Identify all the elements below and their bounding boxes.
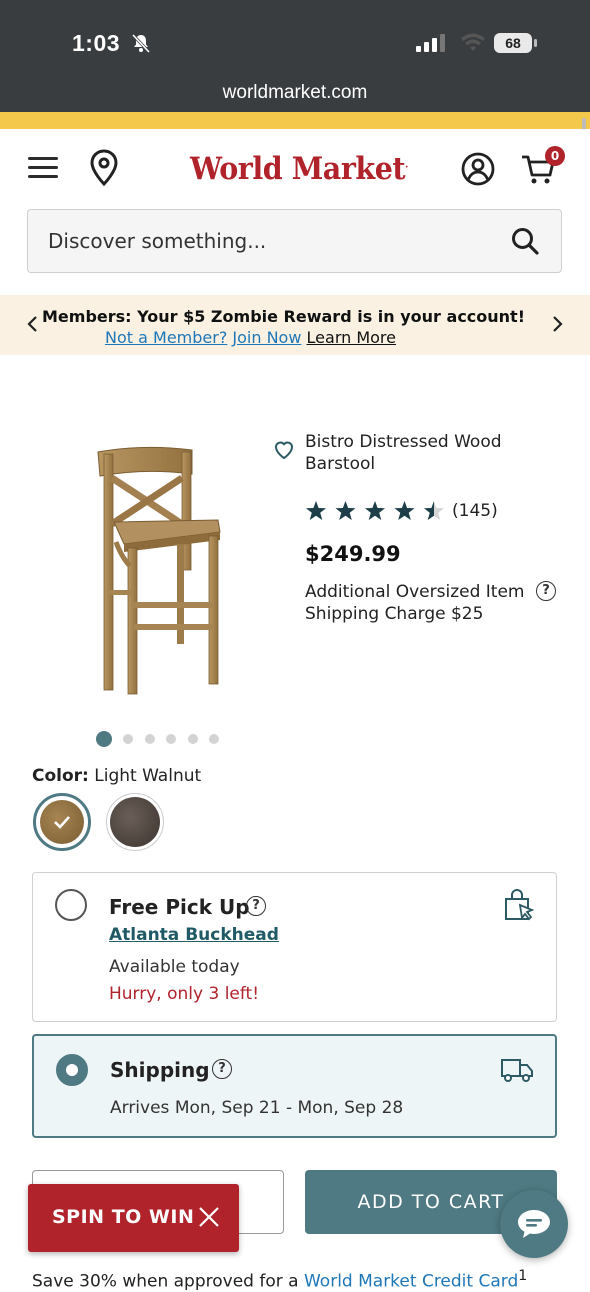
spin-to-win-label: SPIN TO WIN xyxy=(52,1206,195,1228)
members-links: Not a Member? Join Now Learn More xyxy=(105,328,396,347)
chat-button[interactable] xyxy=(500,1190,568,1258)
star-icon xyxy=(424,501,444,520)
store-link[interactable]: Atlanta Buckhead xyxy=(109,925,279,945)
store-locator-icon[interactable] xyxy=(88,149,120,187)
star-icon xyxy=(394,501,415,520)
swatch-light-walnut[interactable] xyxy=(33,793,91,851)
swatch-dark[interactable] xyxy=(106,793,164,851)
chat-icon xyxy=(518,1210,550,1238)
search-icon[interactable] xyxy=(510,226,540,256)
shipping-option[interactable]: Shipping ? Arrives Mon, Sep 21 - Mon, Se… xyxy=(32,1034,557,1138)
availability-text: Available today xyxy=(109,957,240,977)
chevron-left-icon[interactable] xyxy=(24,313,42,335)
help-icon[interactable]: ? xyxy=(246,896,266,916)
carousel-dot[interactable] xyxy=(96,731,112,747)
search-bar xyxy=(27,209,562,273)
store-pickup-icon xyxy=(505,889,535,921)
color-label: Color: Light Walnut xyxy=(32,766,201,786)
battery-indicator: 68 xyxy=(494,33,538,53)
bell-muted-icon xyxy=(131,33,151,54)
carousel-dot[interactable] xyxy=(166,734,176,744)
oversized-shipping-charge: Additional Oversized Item Shipping Charg… xyxy=(305,582,525,624)
pickup-radio[interactable] xyxy=(55,889,87,921)
carousel-dot[interactable] xyxy=(123,734,133,744)
search-input[interactable] xyxy=(48,210,488,272)
color-label-key: Color: xyxy=(32,766,89,786)
not-member-link[interactable]: Not a Member? xyxy=(105,328,227,347)
star-icon xyxy=(335,501,356,520)
product-image[interactable] xyxy=(84,440,234,698)
battery-level: 68 xyxy=(494,33,532,53)
site-header: World Market. 0 xyxy=(0,129,590,209)
world-market-logo[interactable]: World Market. xyxy=(190,151,408,187)
learn-more-link[interactable]: Learn More xyxy=(307,328,396,347)
rating-stars[interactable] xyxy=(305,500,455,522)
members-banner: Members: Your $5 Zombie Reward is in you… xyxy=(0,295,590,355)
cart-count-badge: 0 xyxy=(545,146,565,166)
credit-card-link[interactable]: World Market Credit Card xyxy=(304,1272,518,1292)
status-bar: 1:03 68 worldmarket.com xyxy=(0,0,590,112)
address-bar-url[interactable]: worldmarket.com xyxy=(0,82,590,104)
truck-icon xyxy=(501,1059,533,1082)
product-title: Bistro Distressed Wood Barstool xyxy=(305,432,502,474)
spin-to-win-popup[interactable]: SPIN TO WIN xyxy=(28,1184,239,1252)
product-price: $249.99 xyxy=(305,542,401,566)
credit-card-promo-text: Save 30% when approved for a xyxy=(32,1271,299,1292)
logo-text: World Market xyxy=(190,151,406,187)
menu-icon[interactable] xyxy=(28,157,58,181)
check-icon xyxy=(54,816,70,829)
join-now-link[interactable]: Join Now xyxy=(232,328,301,347)
stock-warning: Hurry, only 3 left! xyxy=(109,984,260,1004)
star-icon xyxy=(365,501,385,520)
account-icon[interactable] xyxy=(460,151,496,187)
carousel-dot[interactable] xyxy=(209,734,219,744)
signal-icon xyxy=(416,34,445,52)
heart-icon[interactable] xyxy=(272,438,296,462)
shipping-radio[interactable] xyxy=(56,1054,88,1086)
arrival-dates: Arrives Mon, Sep 21 - Mon, Sep 28 xyxy=(110,1098,404,1118)
close-icon[interactable] xyxy=(198,1206,220,1228)
shipping-title: Shipping xyxy=(110,1058,210,1082)
color-value: Light Walnut xyxy=(94,766,202,786)
pickup-title: Free Pick Up xyxy=(109,895,250,919)
star-icon xyxy=(306,501,326,520)
promo-strip[interactable] xyxy=(0,112,590,129)
carousel-dot[interactable] xyxy=(187,734,198,744)
footnote-marker: 1 xyxy=(518,1268,528,1284)
help-icon[interactable]: ? xyxy=(536,581,556,601)
pickup-option[interactable]: Free Pick Up ? Atlanta Buckhead Availabl… xyxy=(32,872,557,1022)
review-count[interactable]: (145) xyxy=(452,501,498,521)
help-icon[interactable]: ? xyxy=(212,1059,232,1079)
chevron-right-icon[interactable] xyxy=(548,313,566,335)
members-headline: Members: Your $5 Zombie Reward is in you… xyxy=(42,307,525,326)
status-time: 1:03 xyxy=(72,30,121,56)
carousel-dot[interactable] xyxy=(144,734,155,744)
wifi-icon xyxy=(461,33,485,51)
